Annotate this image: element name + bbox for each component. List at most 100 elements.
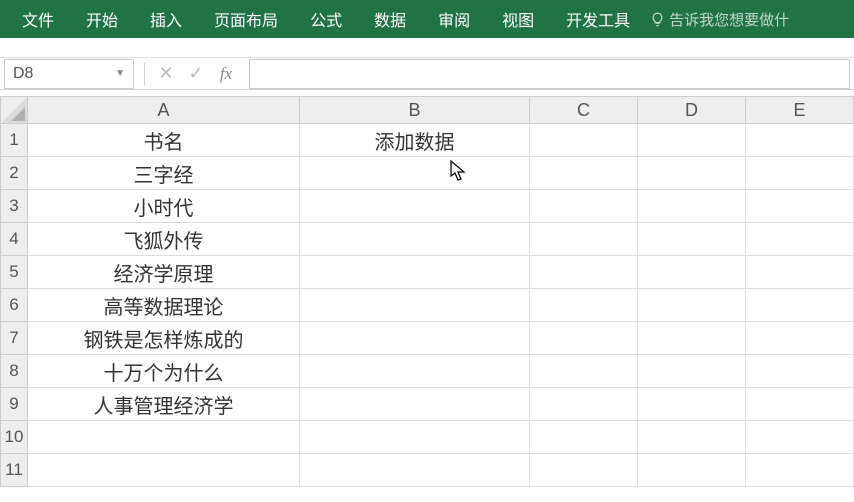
table-row: 4飞狐外传 <box>0 223 854 256</box>
cell-C1[interactable] <box>530 124 638 157</box>
cell-E4[interactable] <box>746 223 854 256</box>
table-row: 5经济学原理 <box>0 256 854 289</box>
cell-A5[interactable]: 经济学原理 <box>28 256 300 289</box>
cell-A7[interactable]: 钢铁是怎样炼成的 <box>28 322 300 355</box>
cell-D8[interactable] <box>638 355 746 388</box>
tab-data[interactable]: 数据 <box>358 0 422 39</box>
cell-B1[interactable]: 添加数据 <box>300 124 530 157</box>
row-header-2[interactable]: 2 <box>0 157 28 190</box>
cell-C8[interactable] <box>530 355 638 388</box>
tab-review[interactable]: 审阅 <box>422 0 486 39</box>
col-header-D[interactable]: D <box>638 96 746 124</box>
cell-A11[interactable] <box>28 454 300 487</box>
cell-B3[interactable] <box>300 190 530 223</box>
cell-D3[interactable] <box>638 190 746 223</box>
cell-B5[interactable] <box>300 256 530 289</box>
table-row: 11 <box>0 454 854 487</box>
cell-E8[interactable] <box>746 355 854 388</box>
col-header-E[interactable]: E <box>746 96 854 124</box>
cell-C7[interactable] <box>530 322 638 355</box>
table-row: 3小时代 <box>0 190 854 223</box>
select-all-corner[interactable] <box>0 96 28 124</box>
col-header-B[interactable]: B <box>300 96 530 124</box>
cell-E11[interactable] <box>746 454 854 487</box>
cell-A3[interactable]: 小时代 <box>28 190 300 223</box>
insert-function-button[interactable]: fx <box>211 59 241 89</box>
cell-E2[interactable] <box>746 157 854 190</box>
cell-B2[interactable] <box>300 157 530 190</box>
tab-page-layout[interactable]: 页面布局 <box>198 0 294 39</box>
name-box[interactable]: D8 ▼ <box>4 59 134 89</box>
cell-C2[interactable] <box>530 157 638 190</box>
cell-E7[interactable] <box>746 322 854 355</box>
row-header-11[interactable]: 11 <box>0 454 28 487</box>
tab-home[interactable]: 开始 <box>70 0 134 39</box>
cell-E1[interactable] <box>746 124 854 157</box>
cell-E3[interactable] <box>746 190 854 223</box>
cell-A2[interactable]: 三字经 <box>28 157 300 190</box>
cell-E5[interactable] <box>746 256 854 289</box>
row-header-1[interactable]: 1 <box>0 124 28 157</box>
row-header-3[interactable]: 3 <box>0 190 28 223</box>
cell-D5[interactable] <box>638 256 746 289</box>
cell-A8[interactable]: 十万个为什么 <box>28 355 300 388</box>
table-row: 1书名添加数据 <box>0 124 854 157</box>
cell-D11[interactable] <box>638 454 746 487</box>
column-headers: A B C D E <box>0 96 854 124</box>
row-header-8[interactable]: 8 <box>0 355 28 388</box>
cell-C4[interactable] <box>530 223 638 256</box>
cell-D4[interactable] <box>638 223 746 256</box>
formula-input[interactable] <box>249 59 850 89</box>
tell-me-text: 告诉我您想要做什 <box>669 9 789 30</box>
cell-E9[interactable] <box>746 388 854 421</box>
cell-C5[interactable] <box>530 256 638 289</box>
separator <box>144 63 145 85</box>
cell-B7[interactable] <box>300 322 530 355</box>
cell-C6[interactable] <box>530 289 638 322</box>
row-header-5[interactable]: 5 <box>0 256 28 289</box>
tab-file[interactable]: 文件 <box>6 0 70 39</box>
cell-C11[interactable] <box>530 454 638 487</box>
col-header-A[interactable]: A <box>28 96 300 124</box>
row-header-4[interactable]: 4 <box>0 223 28 256</box>
cell-B8[interactable] <box>300 355 530 388</box>
col-header-C[interactable]: C <box>530 96 638 124</box>
cell-D9[interactable] <box>638 388 746 421</box>
tab-view[interactable]: 视图 <box>486 0 550 39</box>
cell-D6[interactable] <box>638 289 746 322</box>
cell-A4[interactable]: 飞狐外传 <box>28 223 300 256</box>
row-header-10[interactable]: 10 <box>0 421 28 454</box>
cell-B10[interactable] <box>300 421 530 454</box>
lightbulb-icon <box>650 12 665 27</box>
cell-D1[interactable] <box>638 124 746 157</box>
spreadsheet-grid: A B C D E 1书名添加数据2三字经3小时代4飞狐外传5经济学原理6高等数… <box>0 96 854 487</box>
cell-E10[interactable] <box>746 421 854 454</box>
cell-A9[interactable]: 人事管理经济学 <box>28 388 300 421</box>
cell-D7[interactable] <box>638 322 746 355</box>
confirm-button[interactable]: ✓ <box>181 59 211 89</box>
tab-developer[interactable]: 开发工具 <box>550 0 646 39</box>
cell-A10[interactable] <box>28 421 300 454</box>
cell-B4[interactable] <box>300 223 530 256</box>
row-header-7[interactable]: 7 <box>0 322 28 355</box>
cell-E6[interactable] <box>746 289 854 322</box>
cell-C9[interactable] <box>530 388 638 421</box>
table-row: 7钢铁是怎样炼成的 <box>0 322 854 355</box>
cell-A6[interactable]: 高等数据理论 <box>28 289 300 322</box>
cell-D2[interactable] <box>638 157 746 190</box>
cell-B11[interactable] <box>300 454 530 487</box>
cell-A1[interactable]: 书名 <box>28 124 300 157</box>
cancel-button[interactable]: ✕ <box>151 59 181 89</box>
cell-D10[interactable] <box>638 421 746 454</box>
cell-B9[interactable] <box>300 388 530 421</box>
table-row: 10 <box>0 421 854 454</box>
row-header-9[interactable]: 9 <box>0 388 28 421</box>
tell-me-search[interactable]: 告诉我您想要做什 <box>650 9 789 30</box>
tab-insert[interactable]: 插入 <box>134 0 198 39</box>
cell-C3[interactable] <box>530 190 638 223</box>
row-header-6[interactable]: 6 <box>0 289 28 322</box>
tab-formulas[interactable]: 公式 <box>294 0 358 39</box>
formula-bar: D8 ▼ ✕ ✓ fx <box>0 58 854 90</box>
cell-C10[interactable] <box>530 421 638 454</box>
cell-B6[interactable] <box>300 289 530 322</box>
